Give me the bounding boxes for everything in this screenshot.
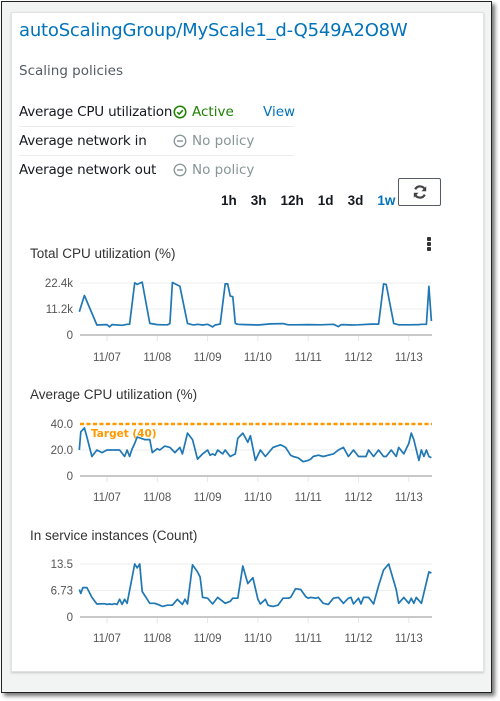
- x-tick-label: 11/09: [194, 633, 222, 645]
- x-tick-label: 11/12: [345, 633, 373, 645]
- x-tick-label: 11/13: [395, 633, 423, 645]
- x-tick-label: 11/10: [244, 633, 272, 645]
- y-tick-label: 13.5: [51, 559, 73, 571]
- x-tick-label: 11/08: [143, 633, 171, 645]
- x-tick-label: 11/07: [93, 633, 121, 645]
- in-service-chart: 0 6.73 13.5 11/07 11/08 11/09 11/10 11/11 11/12 1…: [51, 559, 432, 645]
- y-tick-label: 0: [67, 612, 73, 624]
- y-tick-label: 6.73: [51, 586, 73, 598]
- x-tick-label: 11/11: [295, 633, 322, 645]
- series-line: [78, 563, 432, 608]
